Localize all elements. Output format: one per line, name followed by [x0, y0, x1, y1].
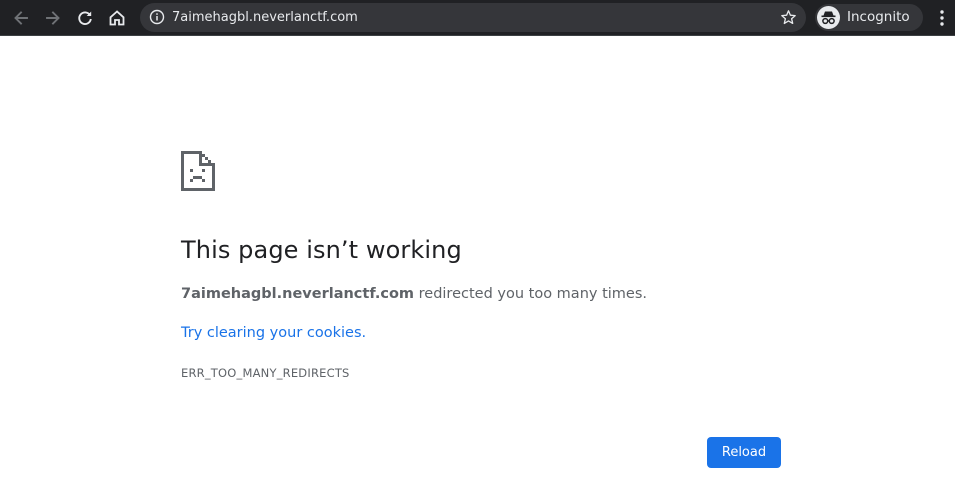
star-icon[interactable] [780, 9, 797, 26]
incognito-icon [821, 11, 836, 25]
browser-menu-button[interactable] [932, 7, 952, 29]
forward-button[interactable] [40, 5, 66, 31]
info-icon[interactable] [149, 9, 165, 25]
reload-page-button[interactable]: Reload [707, 437, 781, 468]
avatar [817, 6, 840, 29]
incognito-profile-button[interactable]: Incognito [815, 4, 923, 31]
url-text[interactable]: 7aimehagbl.neverlanctf.com [172, 3, 358, 32]
suggestion-suffix: . [361, 325, 367, 341]
error-heading: This page isn’t working [181, 236, 462, 264]
sad-page-icon [181, 151, 215, 191]
address-bar[interactable]: 7aimehagbl.neverlanctf.com [140, 3, 806, 32]
error-host: 7aimehagbl.neverlanctf.com [181, 286, 415, 302]
home-button[interactable] [104, 5, 130, 31]
error-page: This page isn’t working 7aimehagbl.never… [0, 37, 955, 487]
error-message: redirected you too many times. [414, 286, 647, 302]
browser-toolbar: 7aimehagbl.neverlanctf.com Incognito [0, 0, 955, 36]
arrow-left-icon [14, 11, 28, 25]
vertical-dots-icon [940, 10, 944, 26]
clear-cookies-link[interactable]: Try clearing your cookies [181, 325, 362, 341]
error-code: ERR_TOO_MANY_REDIRECTS [181, 366, 350, 380]
error-description: 7aimehagbl.neverlanctf.com redirected yo… [181, 286, 647, 302]
home-icon [109, 10, 125, 26]
reload-button[interactable] [72, 5, 98, 31]
reload-icon [78, 11, 92, 25]
arrow-right-icon [46, 11, 60, 25]
back-button[interactable] [8, 5, 34, 31]
suggestion: Try clearing your cookies. [181, 325, 366, 341]
profile-label: Incognito [847, 9, 910, 25]
